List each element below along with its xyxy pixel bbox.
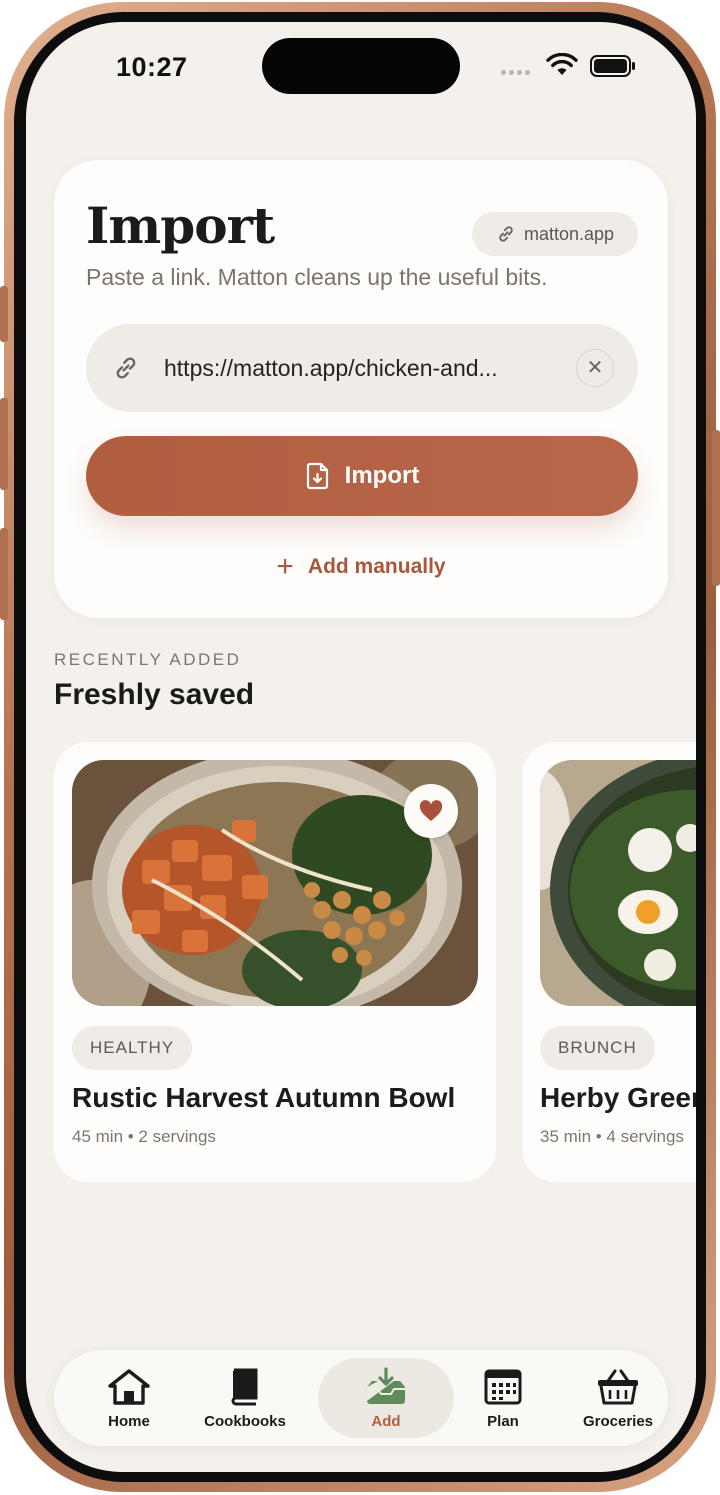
app-screen: 10:27 Import matton.app Paste a link. Ma… [26,22,696,1472]
book-icon [231,1368,258,1405]
power-button [712,430,720,586]
category-tag: HEALTHY [72,1026,193,1070]
domain-chip-label: matton.app [523,223,615,244]
link-icon [116,357,136,379]
tab-cookbooks-label: Cookbooks [204,1412,286,1430]
clear-input-button[interactable]: ✕ [576,349,614,387]
calendar-icon [484,1369,522,1404]
volume-up-button [0,398,8,490]
tab-plan-label: Plan [487,1412,519,1430]
add-manually-button[interactable]: + Add manually [54,552,668,582]
inbox-download-icon [367,1366,405,1404]
recipe-photo [540,760,696,1006]
page-title: Import [86,196,275,255]
status-time: 10:27 [116,52,188,82]
home-icon [108,1368,150,1405]
domain-chip[interactable]: matton.app [472,212,638,256]
recipe-title: Rustic Harvest Autumn Bowl [72,1082,456,1113]
battery-icon [590,55,635,77]
heart-icon [419,800,443,821]
tab-plan[interactable]: Plan [468,1350,538,1446]
section-eyebrow: RECENTLY ADDED [54,650,242,669]
recipe-meta: 45 min • 2 servings [72,1127,216,1146]
tab-home[interactable]: Home [84,1350,174,1446]
dynamic-island [262,38,460,94]
url-input-value[interactable]: https://matton.app/chicken-and... [164,355,564,382]
plus-icon: + [276,550,294,583]
tab-groceries-label: Groceries [582,1412,654,1430]
wifi-icon [546,53,578,75]
recipe-meta: 35 min • 4 servings [540,1127,684,1146]
tab-groceries[interactable]: Groceries [568,1350,668,1446]
category-tag: BRUNCH [540,1026,655,1070]
tab-add[interactable]: Add [318,1358,454,1438]
favorite-button[interactable] [404,784,458,838]
import-button-label: Import [344,462,420,489]
recipe-card[interactable]: HEALTHY Rustic Harvest Autumn Bowl 45 mi… [54,742,496,1182]
signal-dots-icon [501,70,530,75]
close-icon: ✕ [586,357,604,379]
add-manually-label: Add manually [307,555,446,578]
recipe-card[interactable]: BRUNCH Herby Green Shakshuka 35 min • 4 … [522,742,696,1182]
link-icon [499,226,513,242]
recipe-title: Herby Green Shakshuka [540,1082,696,1113]
section-title: Freshly saved [54,678,255,711]
tab-cookbooks[interactable]: Cookbooks [190,1350,300,1446]
tab-home-label: Home [108,1412,150,1430]
url-input[interactable]: https://matton.app/chicken-and... ✕ [86,324,638,412]
action-button [0,286,8,342]
tab-bar: Home Cookbooks Add Plan Groceries [54,1350,668,1446]
tab-add-label: Add [371,1412,401,1430]
import-card: Import matton.app Paste a link. Matton c… [54,160,668,618]
document-download-icon [306,462,328,490]
volume-down-button [0,528,8,620]
import-button[interactable]: Import [86,436,638,516]
import-subtitle: Paste a link. Matton cleans up the usefu… [86,264,548,290]
basket-icon [598,1369,638,1404]
